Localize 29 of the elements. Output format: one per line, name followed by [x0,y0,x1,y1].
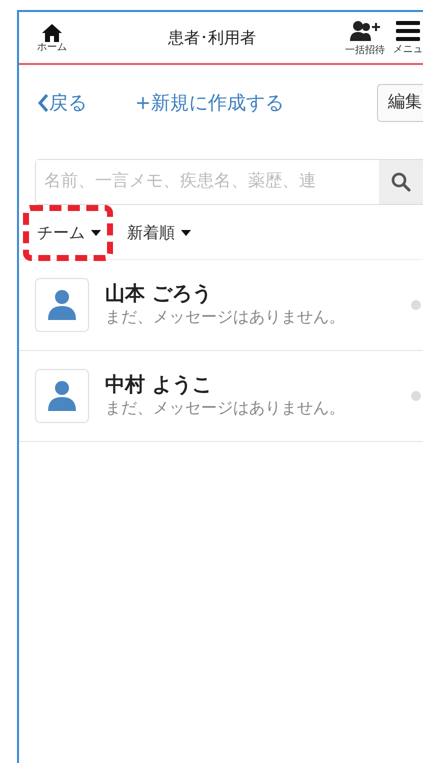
person-icon [47,380,77,412]
home-label: ホーム [37,42,67,52]
invite-label: 一括招待 [345,46,385,56]
search-button[interactable] [379,160,423,204]
edit-button[interactable]: 編集 [377,84,423,122]
search-field[interactable]: 名前、一言メモ、疾患名、薬歴、連 [35,159,423,205]
home-button[interactable]: ホーム [37,22,67,52]
menu-icon [396,20,420,40]
invite-button[interactable]: 一括招待 [345,20,385,56]
search-icon [391,172,411,192]
message-preview: まだ、メッセージはありません。 [105,306,345,328]
caret-icon [91,230,101,236]
house-icon [41,22,63,42]
patient-name[interactable]: 中村 ようこ [105,372,345,396]
create-new-link[interactable]: +新規に作成する [135,88,284,118]
status-dot [411,391,421,401]
menu-label: メニュ [393,44,423,54]
back-link[interactable]: 戻る [37,88,87,118]
people-plus-icon [350,20,380,42]
sort-dropdown[interactable]: 新着順 [125,219,193,247]
chevron-left-icon [37,93,49,113]
caret-icon [181,230,191,236]
sort-dropdown[interactable]: チーム [35,219,103,247]
message-preview: まだ、メッセージはありません。 [105,397,345,419]
person-icon [47,289,77,321]
patient-name[interactable]: 山本 ごろう [105,281,345,305]
menu-button[interactable]: メニュ [393,20,423,54]
status-dot [411,300,421,310]
page-title: 患者･利用者 [167,26,257,48]
